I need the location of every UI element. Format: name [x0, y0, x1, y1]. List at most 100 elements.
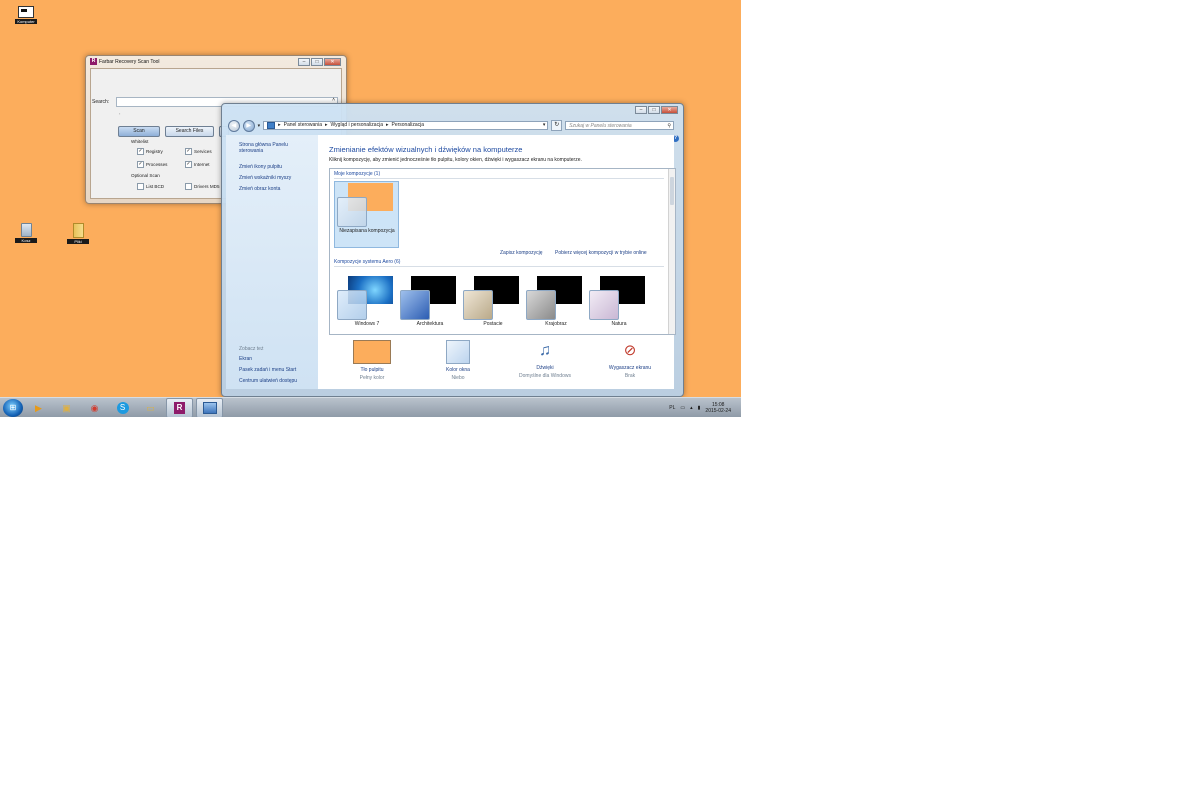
theme-name: Krajobraz: [545, 321, 567, 327]
checkbox-box[interactable]: ✓: [137, 161, 144, 168]
window-color-setting[interactable]: Kolor okna Niebo: [418, 340, 498, 381]
taskbar-skype[interactable]: S: [110, 399, 135, 417]
desktop-icon-folder[interactable]: Pliki: [67, 223, 89, 244]
services-checkbox[interactable]: ✓ Services: [185, 148, 212, 155]
drivers-md5-checkbox[interactable]: Drivers MD5: [185, 183, 220, 190]
maximize-button[interactable]: □: [311, 58, 323, 66]
theme-windows7[interactable]: Windows 7: [335, 276, 399, 327]
search-files-button[interactable]: Search Files: [165, 126, 214, 137]
registry-checkbox[interactable]: ✓ Registry: [137, 148, 163, 155]
sounds-setting[interactable]: ♫ Dźwięki Domyślne dla Windows: [505, 340, 585, 379]
forward-button[interactable]: ▶: [242, 119, 255, 132]
breadcrumb-item[interactable]: Personalizacja: [392, 121, 425, 130]
breadcrumb-separator-icon: ▸: [278, 122, 281, 128]
internet-checkbox[interactable]: ✓ Internet: [185, 161, 210, 168]
breadcrumb-item[interactable]: Wygląd i personalizacja: [331, 121, 383, 130]
images-icon: ▣: [62, 402, 71, 413]
back-button[interactable]: ◀: [228, 119, 240, 132]
taskbar-control-panel[interactable]: [196, 398, 223, 417]
page-title: Zmienianie efektów wizualnych i dźwięków…: [329, 145, 523, 154]
setting-title[interactable]: Wygaszacz ekranu: [590, 365, 670, 371]
see-also-link-ease-of-access[interactable]: Centrum ułatwień dostępu: [239, 378, 297, 384]
checkbox-label: Drivers MD5: [194, 184, 220, 189]
minimize-button[interactable]: –: [298, 58, 310, 66]
theme-list-scrollbar[interactable]: [668, 169, 675, 334]
address-dropdown-icon[interactable]: ▾: [543, 121, 546, 130]
taskbar-chrome[interactable]: ◉: [82, 399, 107, 417]
sidebar-link-desktop-icons[interactable]: Zmień ikony pulpitu: [239, 164, 282, 170]
theme-glass-swatch: [400, 290, 430, 320]
theme-glass-swatch: [463, 290, 493, 320]
search-input[interactable]: Szukaj w Panelu sterowania ⚲: [565, 121, 674, 130]
recent-pages-icon[interactable]: ▾: [258, 123, 261, 129]
taskbar-file-explorer[interactable]: ▭: [138, 399, 163, 417]
see-also-link-display[interactable]: Ekran: [239, 356, 252, 362]
checkbox-label: Internet: [194, 162, 210, 167]
window-title: R Farbar Recovery Scan Tool: [90, 58, 160, 65]
close-button[interactable]: ✕: [324, 58, 341, 66]
breadcrumb-item[interactable]: Panel sterowania: [284, 121, 322, 130]
sounds-icon: ♫: [539, 342, 551, 359]
theme-unsaved[interactable]: Niezapisana kompozycja: [335, 183, 399, 234]
computer-icon: [18, 6, 34, 18]
scrollbar-thumb[interactable]: [670, 177, 674, 205]
setting-title[interactable]: Dźwięki: [505, 365, 585, 371]
sidebar-link-mouse-pointers[interactable]: Zmień wskaźniki myszy: [239, 175, 291, 181]
search-icon[interactable]: ⚲: [667, 122, 671, 131]
setting-title[interactable]: Tło pulpitu: [332, 367, 412, 373]
window-color-icon: [446, 340, 470, 364]
theme-preview: [398, 276, 458, 320]
search-placeholder: Szukaj w Panelu sterowania: [569, 123, 632, 129]
theme-characters[interactable]: Postacie: [461, 276, 525, 327]
maximize-button[interactable]: □: [648, 106, 660, 114]
taskbar-explorer-files[interactable]: ▣: [54, 399, 79, 417]
clock[interactable]: 15:08 2015-02-24: [705, 402, 731, 414]
desktop-background-setting[interactable]: Tło pulpitu Pełny kolor: [332, 340, 412, 381]
close-button[interactable]: ✕: [661, 106, 678, 114]
checkbox-box[interactable]: [137, 183, 144, 190]
personalization-window[interactable]: – □ ✕ ◀ ▶ ▾ ▸ Panel sterowania ▸ Wygląd …: [221, 103, 684, 397]
taskbar-farbar[interactable]: R: [166, 398, 193, 417]
network-status-icon[interactable]: ▭: [680, 405, 685, 411]
list-bcd-checkbox[interactable]: List BCD: [137, 183, 164, 190]
checkbox-box[interactable]: [185, 183, 192, 190]
theme-glass-swatch: [337, 197, 367, 227]
minimize-button[interactable]: –: [635, 106, 647, 114]
main-content: Zmienianie efektów wizualnych i dźwięków…: [318, 135, 676, 389]
farbar-icon: R: [174, 402, 185, 414]
setting-title[interactable]: Kolor okna: [418, 367, 498, 373]
folder-icon: ▭: [146, 402, 155, 413]
checkbox-box[interactable]: ✓: [185, 148, 192, 155]
screen-saver-setting[interactable]: ⊘ Wygaszacz ekranu Brak: [590, 340, 670, 379]
optional-scan-label: Optional Scan: [131, 173, 160, 178]
theme-architecture[interactable]: Architektura: [398, 276, 462, 327]
checkbox-box[interactable]: ✓: [137, 148, 144, 155]
checkbox-box[interactable]: ✓: [185, 161, 192, 168]
aero-themes-heading: Kompozycje systemu Aero (6): [334, 259, 401, 265]
my-themes-heading: Moje kompozycje (1): [334, 171, 381, 177]
address-bar-row: ◀ ▶ ▾ ▸ Panel sterowania ▸ Wygląd i pers…: [228, 119, 674, 132]
save-theme-link[interactable]: Zapisz kompozycję: [500, 250, 543, 256]
refresh-button[interactable]: ↻: [551, 120, 563, 131]
sidebar-link-account-picture[interactable]: Zmień obraz konta: [239, 186, 280, 192]
sidebar-link-home[interactable]: Strona główna Panelu sterowania: [239, 142, 309, 154]
checkbox-label: List BCD: [146, 184, 165, 189]
address-bar[interactable]: ▸ Panel sterowania ▸ Wygląd i personaliz…: [263, 121, 549, 130]
caption-buttons: – □ ✕: [298, 58, 341, 66]
theme-list[interactable]: Moje kompozycje (1) Niezapisana kompozyc…: [329, 168, 676, 335]
desktop-icon-recycle-bin[interactable]: Kosz: [15, 223, 37, 243]
farbar-app-icon: R: [90, 58, 97, 65]
theme-nature[interactable]: Natura: [587, 276, 651, 327]
desktop-icon-computer[interactable]: Komputer: [15, 6, 37, 24]
desktop-icon-label: Komputer: [15, 19, 37, 24]
theme-landscape[interactable]: Krajobraz: [524, 276, 588, 327]
get-more-themes-link[interactable]: Pobierz więcej kompozycji w trybie onlin…: [555, 250, 647, 256]
start-button[interactable]: ⊞: [3, 399, 23, 417]
language-indicator[interactable]: PL: [669, 405, 675, 411]
taskbar-media-player[interactable]: ▶: [26, 399, 51, 417]
show-hidden-icons-icon[interactable]: ▴: [690, 405, 693, 411]
scan-button[interactable]: Scan: [118, 126, 160, 137]
processes-checkbox[interactable]: ✓ Processes: [137, 161, 167, 168]
see-also-link-taskbar[interactable]: Pasek zadań i menu Start: [239, 367, 296, 373]
signal-icon[interactable]: ▮: [698, 405, 701, 411]
